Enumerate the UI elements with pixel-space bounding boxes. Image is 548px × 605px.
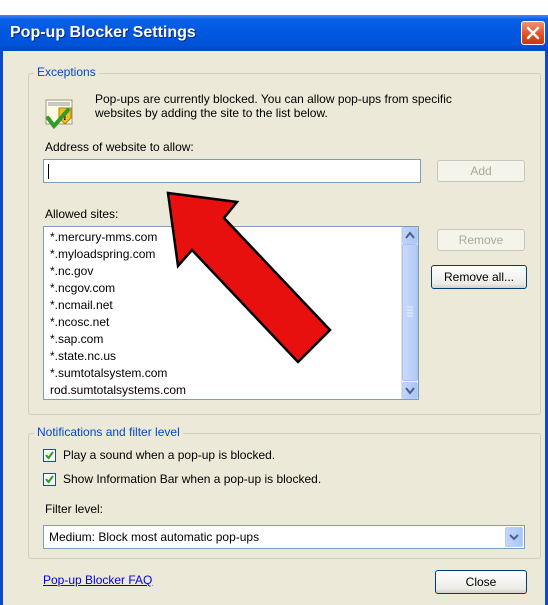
- exceptions-legend: Exceptions: [34, 65, 99, 79]
- close-button[interactable]: Close: [435, 570, 527, 594]
- allowed-sites-label: Allowed sites:: [45, 207, 119, 221]
- filter-level-label: Filter level:: [45, 502, 104, 516]
- list-item[interactable]: *.mercury-mms.com: [50, 229, 157, 246]
- list-item[interactable]: *.ncosc.net: [50, 314, 109, 331]
- checkmark-icon: [45, 475, 54, 484]
- list-item[interactable]: *.nc.gov: [50, 263, 93, 280]
- info-bar-label[interactable]: Show Information Bar when a pop-up is bl…: [63, 472, 321, 486]
- scroll-down-button[interactable]: [402, 382, 418, 399]
- info-text-line1: Pop-ups are currently blocked. You can a…: [95, 92, 452, 106]
- window-title: Pop-up Blocker Settings: [10, 24, 196, 41]
- list-item[interactable]: *.ncgov.com: [50, 280, 115, 297]
- list-item[interactable]: *.sap.com: [50, 331, 103, 348]
- close-icon: [526, 26, 540, 40]
- list-item[interactable]: *.state.nc.us: [50, 348, 116, 365]
- notifications-legend: Notifications and filter level: [34, 425, 183, 439]
- play-sound-label[interactable]: Play a sound when a pop-up is blocked.: [63, 448, 275, 462]
- close-window-button[interactable]: [521, 21, 545, 45]
- dropdown-button[interactable]: [505, 527, 523, 547]
- list-item[interactable]: *.sumtotalsystem.com: [50, 365, 167, 382]
- dropdown-arrow-icon: [509, 534, 519, 541]
- scroll-thumb[interactable]: [402, 244, 418, 381]
- allowed-sites-list[interactable]: *.mercury-mms.com *.myloadspring.com *.n…: [43, 226, 419, 400]
- add-button[interactable]: Add: [437, 160, 525, 182]
- scroll-up-arrow-icon: [405, 231, 415, 239]
- list-item[interactable]: *.myloadspring.com: [50, 246, 155, 263]
- scroll-down-arrow-icon: [405, 387, 415, 395]
- list-item[interactable]: rod.sumtotalsystems.com: [50, 382, 186, 399]
- scroll-grip-icon: [407, 306, 413, 317]
- address-label: Address of website to allow:: [45, 140, 194, 154]
- title-bar[interactable]: Pop-up Blocker Settings: [0, 15, 548, 51]
- warning-shield-icon: !: [44, 98, 78, 132]
- remove-all-button[interactable]: Remove all...: [431, 265, 527, 289]
- filter-level-select[interactable]: Medium: Block most automatic pop-ups: [43, 525, 525, 549]
- filter-level-value: Medium: Block most automatic pop-ups: [49, 530, 260, 544]
- address-input[interactable]: [43, 159, 421, 183]
- faq-link[interactable]: Pop-up Blocker FAQ: [43, 573, 152, 587]
- remove-button[interactable]: Remove: [437, 229, 525, 251]
- list-item[interactable]: *.ncmail.net: [50, 297, 113, 314]
- play-sound-checkbox[interactable]: [43, 449, 56, 462]
- text-cursor: [48, 164, 49, 179]
- checkmark-icon: [45, 451, 54, 460]
- info-bar-checkbox[interactable]: [43, 473, 56, 486]
- scroll-up-button[interactable]: [402, 227, 418, 244]
- list-scrollbar[interactable]: [401, 227, 418, 399]
- info-text-line2: websites by adding the site to the list …: [95, 106, 328, 120]
